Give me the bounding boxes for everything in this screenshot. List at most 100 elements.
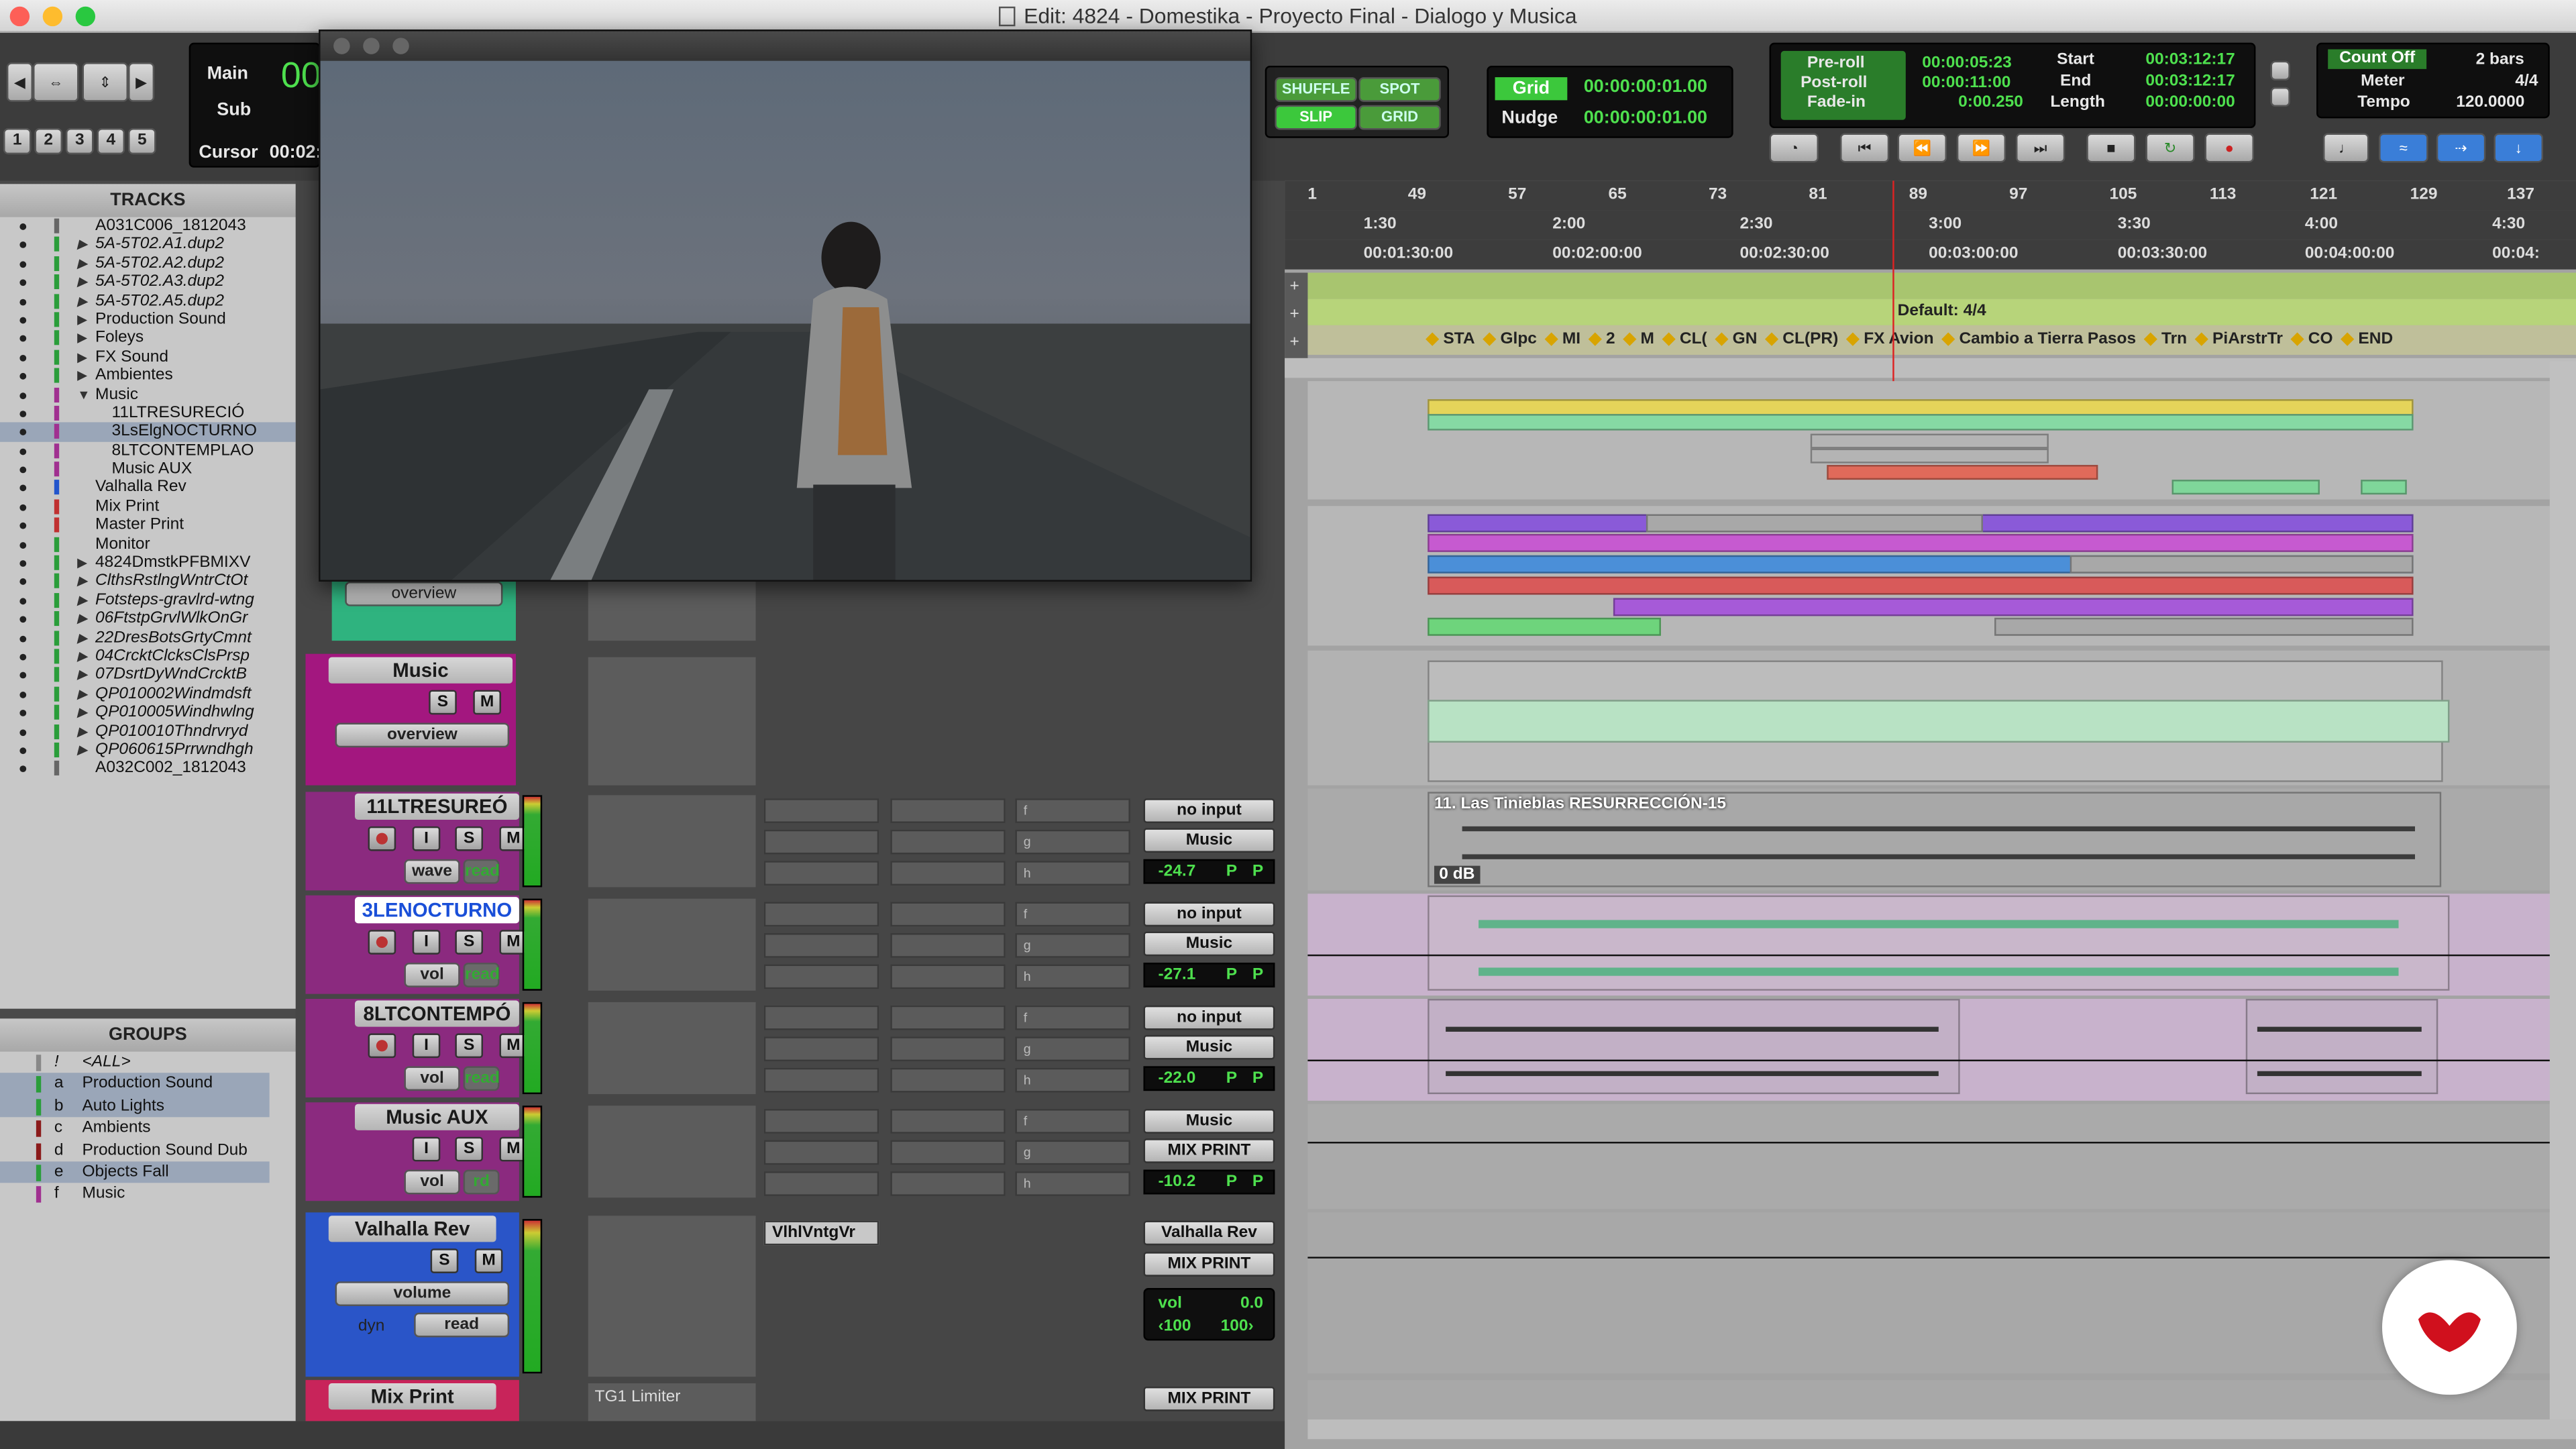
send-slot[interactable]: g <box>1015 933 1130 958</box>
track-list-item[interactable]: ▶ 22DresBotsGrtyCmnt <box>0 629 296 647</box>
music-folder-name[interactable]: Music <box>328 657 513 684</box>
track-visibility-icon[interactable] <box>19 691 27 698</box>
spot-mode-button[interactable]: SPOT <box>1358 77 1441 102</box>
nocturno-automation-line[interactable] <box>1307 954 2557 957</box>
solo-button[interactable]: S <box>455 826 484 851</box>
count-off-button[interactable]: Count Off <box>2328 49 2427 69</box>
music-overview-green[interactable] <box>1428 700 2450 743</box>
clip-yellow[interactable] <box>1428 399 2414 416</box>
track-list-item[interactable]: ▶ 5A-5T02.A1.dup2 <box>0 235 296 254</box>
count-bars[interactable]: 2 bars <box>2476 51 2524 69</box>
trim-tool-icon[interactable]: ⇕ <box>82 62 129 102</box>
track-expand-icon[interactable]: ▶ <box>77 254 87 273</box>
group-list-item[interactable]: ! <ALL> <box>0 1051 296 1073</box>
minimize-button[interactable] <box>42 6 63 27</box>
transport-toggle-1[interactable] <box>2270 60 2290 81</box>
track-visibility-icon[interactable] <box>19 747 27 754</box>
clip-red[interactable] <box>1827 465 2098 480</box>
track-visibility-icon[interactable] <box>19 729 27 736</box>
clip-grey-2[interactable] <box>1810 448 2049 464</box>
end-value[interactable]: 00:03:12:17 <box>2145 72 2235 91</box>
insert-slot[interactable] <box>763 1036 879 1062</box>
track-list-item[interactable]: 8LTCONTEMPLAO <box>0 441 296 460</box>
valhalla-automation[interactable]: read <box>414 1312 510 1338</box>
online-button[interactable]: ◔ <box>1769 133 1819 163</box>
volume-display[interactable]: -22.0 P P <box>1143 1066 1275 1091</box>
send-slot[interactable]: g <box>1015 1036 1130 1062</box>
valhalla-output[interactable]: MIX PRINT <box>1143 1252 1275 1277</box>
slip-mode-button[interactable]: SLIP <box>1275 105 1357 130</box>
clip-violet[interactable] <box>1613 598 2414 616</box>
marker[interactable]: ◆ STA <box>1426 330 1475 348</box>
insert-slot[interactable] <box>890 1036 1006 1062</box>
clip-grey[interactable] <box>1810 433 2049 449</box>
track-visibility-icon[interactable] <box>19 523 27 530</box>
track-list-item[interactable]: ▶ 06FtstpGrvlWlkOnGr <box>0 610 296 629</box>
track-list-item[interactable]: ▶ 5A-5T02.A5.dup2 <box>0 292 296 311</box>
group-list-item[interactable]: b Auto Lights <box>0 1095 270 1118</box>
automation-mode[interactable]: rd <box>463 1169 500 1195</box>
markers-ruler[interactable]: ◆ STA ◆ Glpc ◆ MI ◆ 2 ◆ M ◆ CL(◆ GN ◆ CL(PR) ◆ … <box>1307 325 2576 355</box>
send-slot[interactable]: h <box>1015 964 1130 989</box>
track-list-item[interactable]: ▶ 04CrcktClcksClsPrsp <box>0 647 296 666</box>
zoom-preset-5[interactable]: 5 <box>128 128 156 155</box>
tracks-panel-header[interactable]: TRACKS <box>0 184 296 217</box>
track-list-item[interactable]: ▶ 07DsrtDyWndCrcktB <box>0 666 296 685</box>
strip-name[interactable]: 11LTRESUREÓ <box>354 793 519 820</box>
marker[interactable]: ◆ CL(PR) <box>1766 330 1839 348</box>
insert-slot[interactable] <box>763 1140 879 1165</box>
track-list-item[interactable]: ▶ Fotsteps-gravlrd-wtng <box>0 591 296 610</box>
marker[interactable]: ◆ MI <box>1545 330 1580 348</box>
output-selector[interactable]: Music <box>1143 931 1275 957</box>
overview-button[interactable]: overview <box>345 581 503 606</box>
track-list-item[interactable]: ▶ ClthsRstlngWntrCtOt <box>0 572 296 591</box>
track-list-item[interactable]: ▶ 5A-5T02.A3.dup2 <box>0 273 296 292</box>
mixprint-output[interactable]: MIX PRINT <box>1143 1386 1275 1411</box>
send-slot[interactable]: f <box>1015 1005 1130 1030</box>
track-visibility-icon[interactable] <box>19 298 27 305</box>
track-list-item[interactable]: Mix Print <box>0 498 296 517</box>
marker[interactable]: ◆ FX Avion <box>1847 330 1934 348</box>
track-list-item[interactable]: ▶ QP010002Windmdsft <box>0 685 296 704</box>
input-monitor-button[interactable]: I <box>412 930 441 955</box>
metronome-button[interactable]: ♩ <box>2322 133 2369 163</box>
return-to-zero-button[interactable]: ⏮ <box>1839 133 1890 163</box>
start-value[interactable]: 00:03:12:17 <box>2145 51 2235 69</box>
clip-green-3[interactable] <box>1428 617 1661 636</box>
view-selector[interactable]: vol <box>404 963 460 987</box>
valhalla-automation-line[interactable] <box>1307 1256 2557 1258</box>
zoom-preset-4[interactable]: 4 <box>97 128 125 155</box>
track-list-item[interactable]: A032C002_1812043 <box>0 759 296 778</box>
grid-value[interactable]: 00:00:00:01.00 <box>1584 77 1707 97</box>
insert-slot[interactable] <box>763 861 879 886</box>
meter-ruler[interactable]: Default: 4/4 <box>1307 299 2576 325</box>
zoom-preset-3[interactable]: 3 <box>65 128 94 155</box>
track-visibility-icon[interactable] <box>19 260 27 268</box>
track-expand-icon[interactable]: ▶ <box>77 629 87 647</box>
solo-button[interactable]: S <box>455 1136 484 1162</box>
record-arm-button[interactable] <box>368 826 396 851</box>
track-visibility-icon[interactable] <box>19 223 27 230</box>
clip-grey-3[interactable] <box>1646 514 1983 533</box>
clip-contempo-2[interactable] <box>2245 998 2438 1095</box>
music-solo-button[interactable]: S <box>429 690 457 715</box>
insert-slot[interactable] <box>763 1171 879 1196</box>
minsecs-ruler[interactable]: 1:30 2:00 2:30 3:00 3:30 4:00 4:30 <box>1285 210 2576 240</box>
clip-green-small[interactable] <box>2171 480 2320 495</box>
send-slot[interactable]: f <box>1015 798 1130 823</box>
record-arm-button[interactable] <box>368 930 396 955</box>
track-visibility-icon[interactable] <box>19 392 27 398</box>
track-list-item[interactable]: A031C006_1812043 <box>0 217 296 235</box>
play-loop-button[interactable]: ↻ <box>2145 133 2195 163</box>
clip-contempo-1[interactable] <box>1428 998 1960 1095</box>
grid-button[interactable]: Grid <box>1495 77 1568 101</box>
track-expand-icon[interactable]: ▼ <box>77 385 90 404</box>
conductor-button[interactable]: ⇢ <box>2436 133 2486 163</box>
valhalla-input[interactable]: Valhalla Rev <box>1143 1220 1275 1246</box>
insert-slot[interactable] <box>890 861 1006 886</box>
mixprint-name[interactable]: Mix Print <box>328 1383 496 1410</box>
insert-slot[interactable] <box>890 964 1006 989</box>
send-slot[interactable]: g <box>1015 1140 1130 1165</box>
midi-merge-button[interactable]: ≈ <box>2379 133 2428 163</box>
track-list-item[interactable]: ▶ Production Sound <box>0 311 296 329</box>
